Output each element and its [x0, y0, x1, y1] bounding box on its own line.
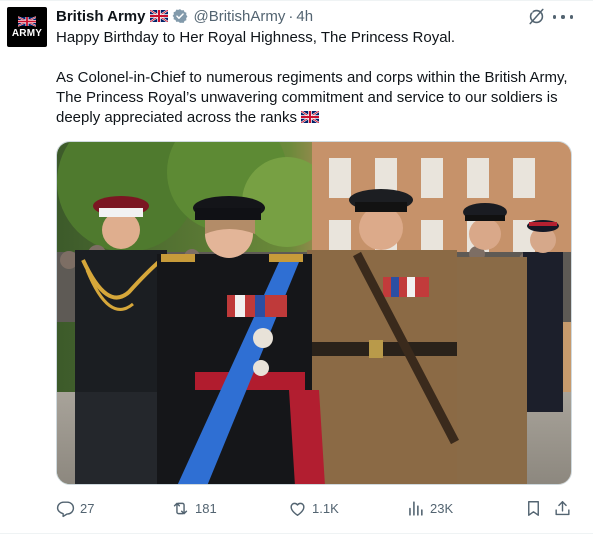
avatar[interactable]: ARMY: [7, 7, 47, 47]
views-count: 23K: [430, 500, 454, 516]
tweet-header: British Army @BritishArmy · 4h: [56, 6, 313, 26]
grok-icon[interactable]: [527, 7, 546, 26]
verified-badge-icon: [173, 9, 188, 23]
share-button[interactable]: [553, 497, 572, 519]
repost-icon: [173, 502, 188, 514]
union-flag-emoji-icon: [300, 111, 319, 123]
author-name[interactable]: British Army: [56, 8, 145, 25]
reply-button[interactable]: 27: [56, 497, 94, 519]
separator-dot: ·: [288, 7, 294, 25]
tweet-paragraph-2: As Colonel-in-Chief to numerous regiment…: [56, 68, 571, 128]
union-flag-icon: [18, 15, 36, 27]
reply-icon: [56, 500, 75, 517]
views-button[interactable]: 23K: [406, 497, 453, 519]
like-icon: [290, 502, 305, 516]
avatar-label: ARMY: [11, 27, 43, 39]
share-icon: [555, 500, 570, 515]
like-button[interactable]: 1.1K: [288, 497, 339, 519]
views-icon: [409, 500, 423, 516]
parade-photo-illustration: [57, 142, 571, 484]
more-icon[interactable]: [553, 8, 573, 26]
union-flag-icon: [150, 10, 169, 22]
bookmark-button[interactable]: [524, 497, 543, 519]
tweet-paragraph-1: Happy Birthday to Her Royal Highness, Th…: [56, 29, 456, 46]
repost-count: 181: [195, 500, 217, 516]
like-count: 1.1K: [312, 500, 339, 516]
timestamp[interactable]: 4h: [296, 8, 313, 25]
repost-button[interactable]: 181: [171, 497, 217, 519]
reply-count: 27: [80, 500, 95, 516]
action-bar: 27 181 1.1K 23K: [56, 497, 576, 519]
top-divider: [0, 0, 593, 1]
tweet-photo[interactable]: [56, 141, 572, 485]
tweet-text: Happy Birthday to Her Royal Highness, Th…: [56, 28, 571, 128]
bookmark-icon: [528, 500, 539, 516]
author-handle[interactable]: @BritishArmy: [193, 8, 285, 25]
